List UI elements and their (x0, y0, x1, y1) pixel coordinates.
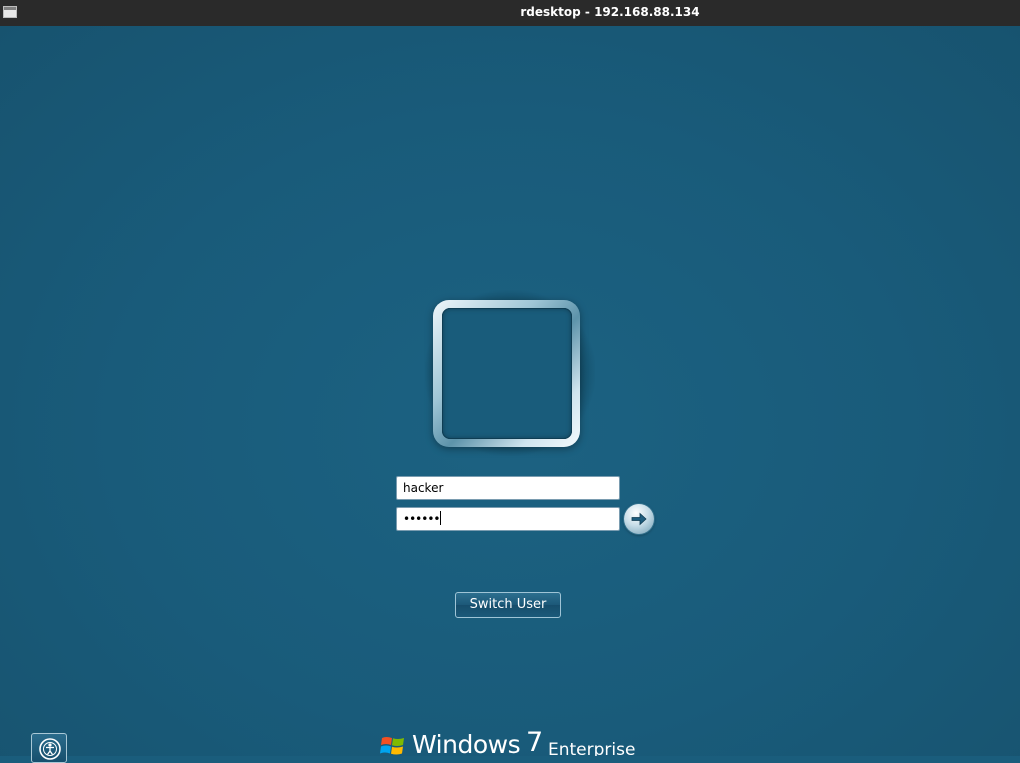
window-title: rdesktop - 192.168.88.134 (520, 5, 700, 19)
ease-of-access-button[interactable] (31, 733, 67, 763)
ease-of-access-icon (39, 738, 61, 760)
windows-wordmark: Windows (412, 730, 521, 756)
title-bar: rdesktop - 192.168.88.134 (0, 0, 1020, 26)
username-value: hacker (403, 481, 444, 495)
user-tile (442, 308, 572, 439)
windows-edition: Enterprise (548, 740, 636, 756)
windows-branding: Windows 7 Enterprise (380, 730, 640, 756)
username-field[interactable]: hacker (396, 476, 620, 500)
submit-login-button[interactable] (624, 504, 654, 534)
arrow-right-icon (631, 512, 647, 526)
text-caret (440, 511, 442, 525)
switch-user-button[interactable]: Switch User (455, 592, 561, 618)
windows-flag-icon (380, 737, 404, 755)
password-value: •••••• (403, 512, 440, 526)
password-field[interactable]: •••••• (396, 507, 620, 531)
windows-version: 7 (526, 730, 544, 756)
